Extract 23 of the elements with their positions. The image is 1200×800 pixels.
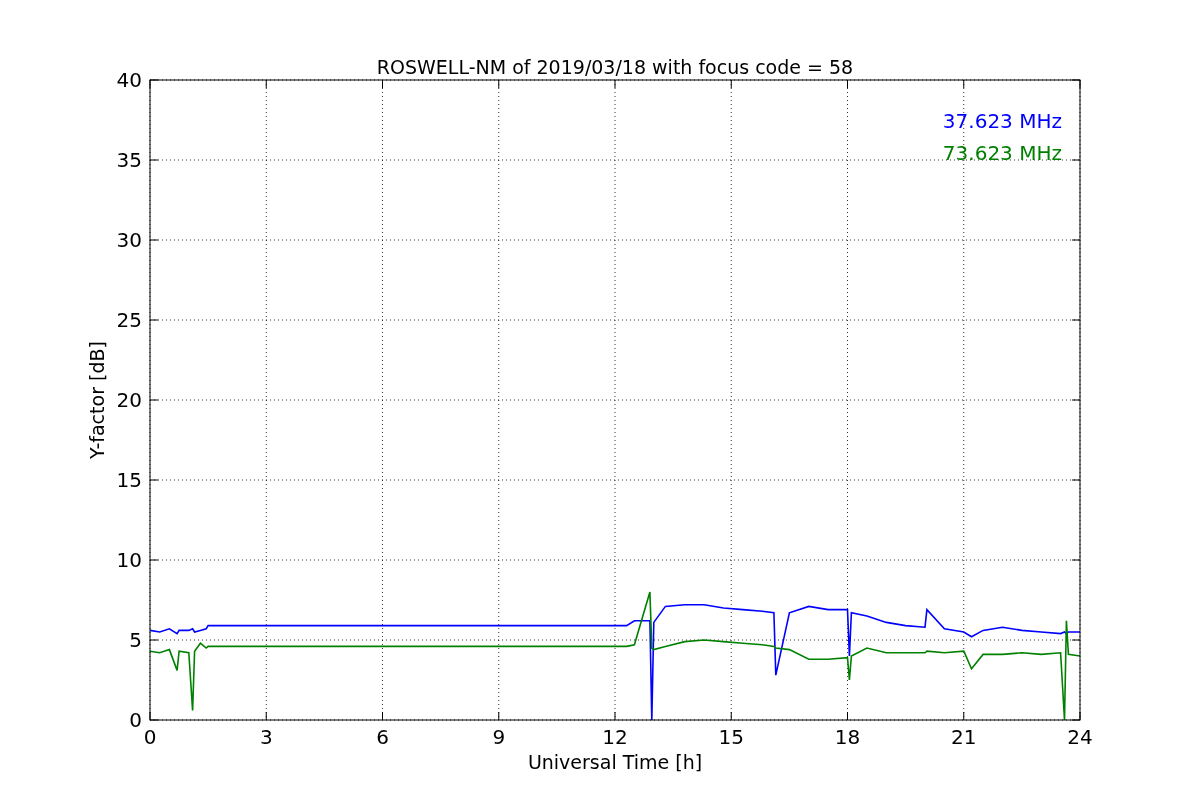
x-tick-label: 6 <box>376 725 389 749</box>
y-tick-label: 20 <box>116 388 142 412</box>
y-tick-label: 25 <box>116 308 142 332</box>
chart-title: ROSWELL-NM of 2019/03/18 with focus code = 58 <box>376 56 854 78</box>
x-axis-label: Universal Time [h] <box>527 751 703 773</box>
x-tick-label: 0 <box>143 725 157 749</box>
y-tick-label: 10 <box>116 548 142 572</box>
legend-label: 37.623 MHz <box>942 109 1062 133</box>
y-tick-label: 35 <box>116 148 142 172</box>
x-tick-label: 18 <box>834 725 861 749</box>
y-tick-label: 5 <box>129 628 142 652</box>
x-tick-label: 3 <box>259 725 273 749</box>
y-axis-label: Y-factor [dB] <box>86 341 108 459</box>
x-tick-label: 21 <box>951 725 977 749</box>
x-tick-label: 15 <box>718 725 744 749</box>
x-tick-label: 12 <box>602 725 628 749</box>
legend-label: 73.623 MHz <box>942 141 1062 165</box>
x-tick-label: 9 <box>492 725 506 749</box>
y-tick-label: 30 <box>116 228 142 252</box>
y-tick-label: 0 <box>129 708 142 732</box>
y-tick-label: 40 <box>116 68 142 92</box>
y-tick-label: 15 <box>116 468 142 492</box>
x-tick-label: 24 <box>1067 725 1093 749</box>
